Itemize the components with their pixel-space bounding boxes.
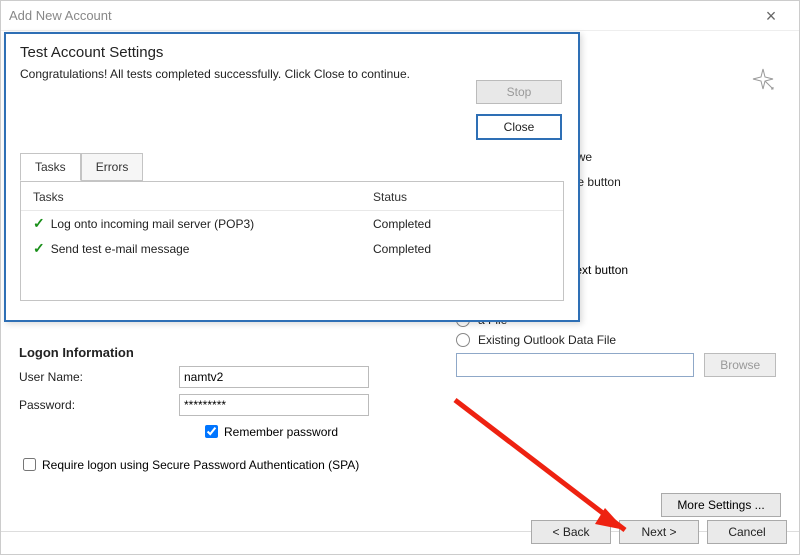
browse-button[interactable]: Browse (704, 353, 776, 377)
remember-password-label: Remember password (224, 425, 338, 439)
logon-heading: Logon Information (19, 345, 369, 360)
next-button[interactable]: Next > (619, 520, 699, 544)
task-status: Completed (373, 242, 431, 256)
task-label: Send test e-mail message (51, 242, 190, 256)
username-input[interactable] (179, 366, 369, 388)
tasks-table: Tasks Status ✓ Log onto incoming mail ser… (20, 181, 564, 301)
titlebar: Add New Account × (1, 1, 799, 31)
window-title: Add New Account (9, 8, 112, 23)
task-status: Completed (373, 217, 431, 231)
remember-password-checkbox[interactable] (205, 425, 218, 438)
password-label: Password: (19, 398, 179, 412)
radio-existing-label: Existing Outlook Data File (478, 333, 616, 347)
data-file-path-input[interactable] (456, 353, 694, 377)
test-account-settings-dialog: Test Account Settings Congratulations! A… (4, 32, 580, 322)
password-input[interactable] (179, 394, 369, 416)
checkmark-icon: ✓ (33, 215, 45, 232)
radio-existing-row[interactable]: Existing Outlook Data File (456, 333, 776, 347)
back-button[interactable]: < Back (531, 520, 611, 544)
checkmark-icon: ✓ (33, 240, 45, 257)
more-settings-button[interactable]: More Settings ... (661, 493, 781, 517)
col-status-header: Status (373, 190, 407, 204)
stop-button: Stop (476, 80, 562, 104)
col-tasks-header: Tasks (33, 190, 373, 204)
tab-errors[interactable]: Errors (81, 153, 144, 181)
radio-existing[interactable] (456, 333, 470, 347)
cursor-star-icon (751, 67, 779, 95)
close-icon[interactable]: × (751, 7, 791, 25)
test-dialog-title: Test Account Settings (6, 34, 578, 67)
close-button[interactable]: Close (476, 114, 562, 140)
spa-label: Require logon using Secure Password Auth… (42, 458, 359, 472)
table-row: ✓ Send test e-mail message Completed (21, 236, 563, 261)
tab-tasks[interactable]: Tasks (20, 153, 81, 181)
username-label: User Name: (19, 370, 179, 384)
spa-checkbox[interactable] (23, 458, 36, 471)
task-label: Log onto incoming mail server (POP3) (51, 217, 254, 231)
table-row: ✓ Log onto incoming mail server (POP3) Co… (21, 211, 563, 236)
cancel-button[interactable]: Cancel (707, 520, 787, 544)
